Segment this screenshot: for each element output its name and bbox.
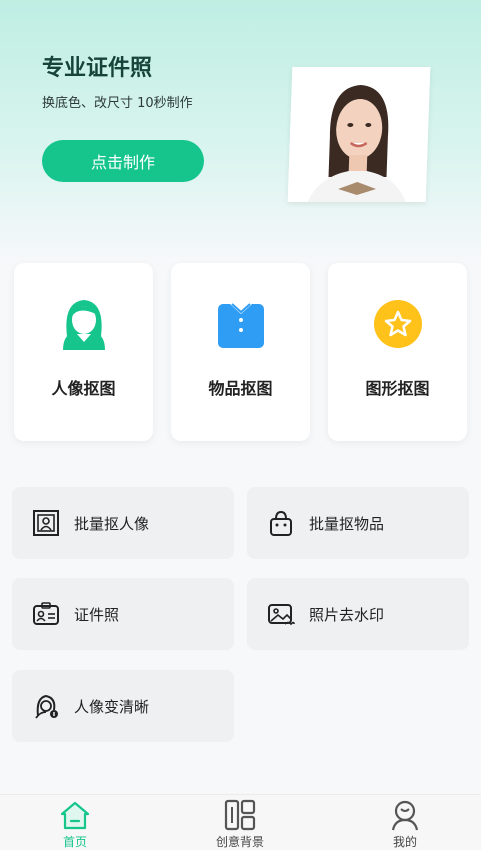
tool-batch-object[interactable]: 批量抠物品 [247,487,469,559]
card-shape-cutout[interactable]: 图形抠图 [328,263,467,441]
card-label: 物品抠图 [208,379,273,398]
tool-remove-watermark[interactable]: 照片去水印 [247,578,469,650]
tab-label: 创意背景 [215,835,264,849]
tool-label: 照片去水印 [309,605,385,624]
image-watermark-icon [267,600,295,628]
user-icon [389,798,421,831]
hero-subtitle: 换底色、改尺寸 10秒制作 [42,96,193,111]
tool-label: 证件照 [74,605,120,624]
card-label: 人像抠图 [51,379,116,398]
star-circle-icon [370,295,426,353]
card-portrait-cutout[interactable]: 人像抠图 [14,263,153,441]
bag-icon [267,509,295,537]
home-icon [59,798,91,831]
card-object-cutout[interactable]: 物品抠图 [171,263,310,441]
layout-icon [224,798,256,831]
portrait-enhance-icon [32,692,60,720]
tool-label: 批量抠人像 [74,514,150,533]
tool-id-photo[interactable]: 证件照 [12,578,234,650]
tool-portrait-enhance[interactable]: 人像变清晰 [12,670,234,742]
tab-label: 首页 [62,835,87,849]
tool-batch-portrait[interactable]: 批量抠人像 [12,487,234,559]
id-card-icon [32,600,60,628]
tab-label: 我的 [392,835,417,849]
batch-portrait-icon [32,509,60,537]
sample-id-photo [287,67,431,202]
make-photo-button[interactable]: 点击制作 [42,140,204,182]
tab-home[interactable]: 首页 [25,795,125,850]
hero-title: 专业证件照 [42,56,153,81]
card-label: 图形抠图 [365,379,430,398]
tool-label: 批量抠物品 [309,514,385,533]
shirt-icon [213,295,269,353]
hero-banner: 专业证件照 换底色、改尺寸 10秒制作 点击制作 [0,0,481,260]
person-portrait-icon [56,295,112,353]
bottom-tab-bar: 首页 创意背景 我的 [0,794,481,850]
tool-label: 人像变清晰 [74,697,150,716]
tab-me[interactable]: 我的 [355,795,455,850]
tab-creative-background[interactable]: 创意背景 [190,795,290,850]
